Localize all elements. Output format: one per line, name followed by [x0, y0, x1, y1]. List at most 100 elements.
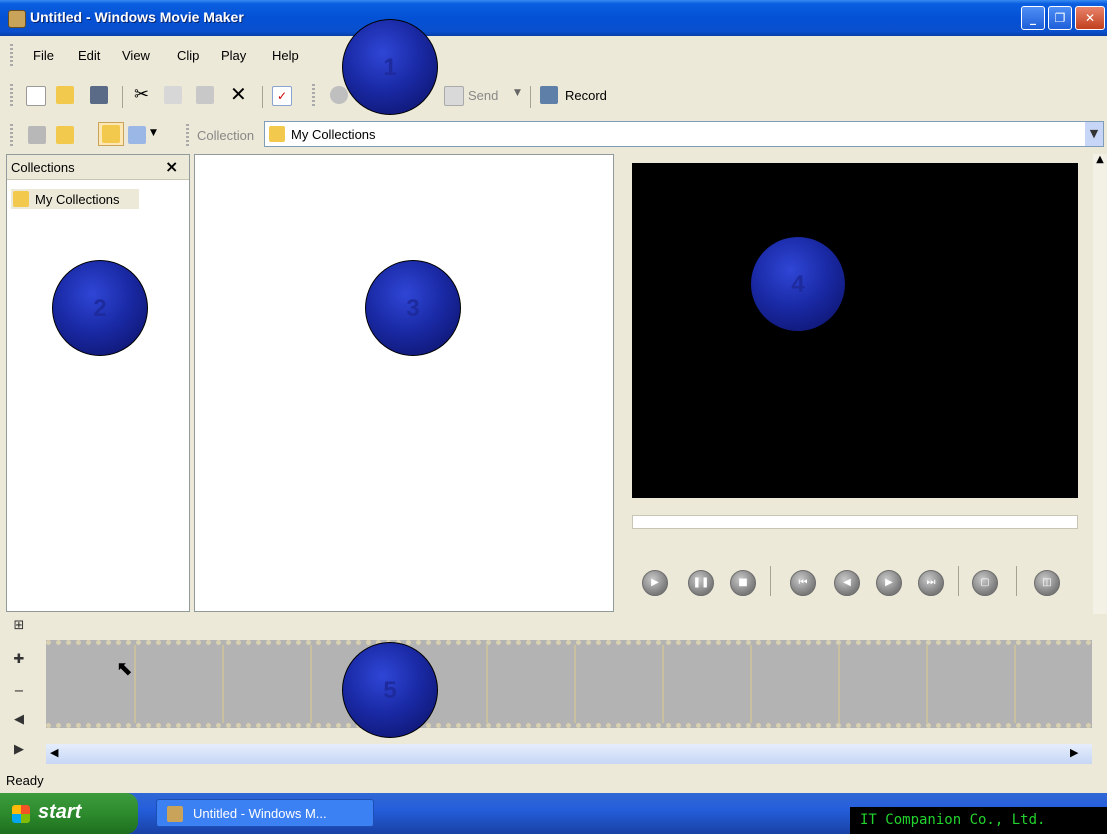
paste-icon[interactable]	[196, 86, 214, 104]
seek-bar[interactable]	[632, 515, 1078, 529]
forward-icon[interactable]: ▶	[876, 570, 902, 596]
menu-edit[interactable]: Edit	[78, 48, 100, 63]
storyboard-frame[interactable]	[926, 645, 928, 723]
delete-icon[interactable]: ✕	[230, 82, 247, 106]
copy-icon[interactable]	[164, 86, 182, 104]
callout-5: 5	[342, 642, 438, 738]
contents-pane[interactable]	[194, 154, 614, 612]
collections-pane-title: Collections	[11, 160, 75, 175]
send-icon[interactable]	[444, 86, 464, 106]
controls-separator	[1016, 566, 1017, 596]
mouse-cursor-icon: ⬉	[116, 656, 133, 680]
properties-icon[interactable]: ✓	[272, 86, 292, 106]
callout-1: 1	[342, 19, 438, 115]
controls-separator	[958, 566, 959, 596]
taskbar: start Untitled - Windows M... IT Compani…	[0, 793, 1107, 834]
collections-tree-item[interactable]: My Collections	[11, 189, 139, 209]
new-collection-folder-icon[interactable]	[56, 126, 74, 144]
collections-toggle-button[interactable]	[98, 122, 124, 146]
toolbar-separator	[122, 86, 123, 108]
tray-text: IT Companion Co., Ltd.	[860, 812, 1046, 828]
title-bar: Untitled - Windows Movie Maker _ ❐ ✕	[0, 0, 1107, 36]
new-project-icon[interactable]	[26, 86, 46, 106]
minimize-button[interactable]: _	[1021, 6, 1045, 30]
collections-pane-header: Collections ×	[7, 155, 189, 180]
show-timeline-icon[interactable]: ⊞	[10, 618, 28, 634]
toolbar-separator	[262, 86, 263, 108]
toolbar-grip	[186, 124, 189, 146]
menu-play[interactable]: Play	[221, 48, 246, 63]
collections-tree-item-label: My Collections	[35, 192, 120, 207]
scroll-left-icon[interactable]: ◀	[50, 746, 58, 759]
views-icon[interactable]	[128, 126, 146, 144]
zoom-in-icon[interactable]: ✚	[10, 652, 28, 668]
pause-icon[interactable]: ❚❚	[688, 570, 714, 596]
stop-icon[interactable]: ■	[730, 570, 756, 596]
full-screen-icon[interactable]: ▢	[972, 570, 998, 596]
storyboard-frame[interactable]	[750, 645, 752, 723]
zoom-out-icon[interactable]: −	[10, 684, 28, 700]
send-button[interactable]: Send	[468, 88, 498, 103]
collection-select-value: My Collections	[291, 127, 376, 142]
storyboard-frame[interactable]	[574, 645, 576, 723]
start-label: start	[38, 801, 82, 823]
rewind-storyboard-icon[interactable]: ◀	[10, 712, 28, 728]
menu-grip	[10, 44, 13, 66]
next-frame-icon[interactable]: ⏭	[918, 570, 944, 596]
menu-view[interactable]: View	[122, 48, 150, 63]
storyboard-frame[interactable]	[1014, 645, 1016, 723]
storyboard-frame[interactable]	[662, 645, 664, 723]
storyboard[interactable]	[46, 640, 1092, 728]
windows-logo-icon	[12, 805, 30, 823]
status-text: Ready	[6, 773, 44, 788]
standard-toolbar: ✂ ✕ ✓ Send ▼ Record	[0, 74, 1107, 116]
toolbar-grip	[10, 84, 13, 106]
menu-bar: File Edit View Clip Play Help	[0, 40, 1107, 70]
storyboard-frame[interactable]	[310, 645, 312, 723]
record-icon[interactable]	[540, 86, 558, 104]
horizontal-scrollbar[interactable]: ◀ ▶	[46, 744, 1092, 764]
close-button[interactable]: ✕	[1075, 6, 1105, 30]
play-icon[interactable]: ▶	[642, 570, 668, 596]
views-dropdown-arrow-icon[interactable]: ▼	[150, 128, 157, 138]
collection-folder-icon	[13, 191, 29, 207]
menu-clip[interactable]: Clip	[177, 48, 199, 63]
previous-frame-icon[interactable]: ⏮	[790, 570, 816, 596]
vertical-scrollbar[interactable]: ▲	[1093, 154, 1107, 614]
storyboard-frame[interactable]	[838, 645, 840, 723]
status-bar: Ready	[0, 768, 1107, 792]
controls-separator	[770, 566, 771, 596]
record-button[interactable]: Record	[565, 88, 607, 103]
scroll-right-icon[interactable]: ▶	[1070, 746, 1078, 759]
maximize-button[interactable]: ❐	[1048, 6, 1072, 30]
menu-file[interactable]: File	[33, 48, 54, 63]
back-icon[interactable]: ◀	[834, 570, 860, 596]
callout-4: 4	[750, 236, 846, 332]
window-title: Untitled - Windows Movie Maker	[30, 9, 244, 25]
storyboard-frame[interactable]	[134, 645, 136, 723]
save-project-icon[interactable]	[90, 86, 108, 104]
save-movie-icon[interactable]	[330, 86, 348, 104]
scroll-up-icon[interactable]: ▲	[1093, 154, 1107, 168]
collection-label: Collection	[197, 128, 255, 143]
start-button[interactable]: start	[0, 793, 138, 834]
movie-maker-app-icon	[8, 10, 26, 28]
storyboard-frame[interactable]	[486, 645, 488, 723]
callout-3: 3	[365, 260, 461, 356]
collection-select[interactable]: My Collections ▼	[264, 121, 1104, 147]
taskbar-window-label: Untitled - Windows M...	[193, 806, 327, 821]
up-one-level-icon[interactable]	[28, 126, 46, 144]
open-project-icon[interactable]	[56, 86, 74, 104]
callout-2: 2	[52, 260, 148, 356]
play-storyboard-icon[interactable]: ▶	[10, 742, 28, 758]
storyboard-frame[interactable]	[222, 645, 224, 723]
taskbar-window-button[interactable]: Untitled - Windows M...	[156, 799, 374, 827]
send-dropdown-arrow-icon[interactable]: ▼	[514, 88, 521, 98]
chevron-down-icon[interactable]: ▼	[1085, 122, 1103, 146]
collection-folder-icon	[269, 126, 285, 142]
cut-icon[interactable]: ✂	[134, 84, 149, 105]
preview-monitor	[632, 163, 1078, 498]
menu-help[interactable]: Help	[272, 48, 299, 63]
close-icon[interactable]: ×	[165, 157, 178, 176]
split-clip-icon[interactable]: ◫	[1034, 570, 1060, 596]
